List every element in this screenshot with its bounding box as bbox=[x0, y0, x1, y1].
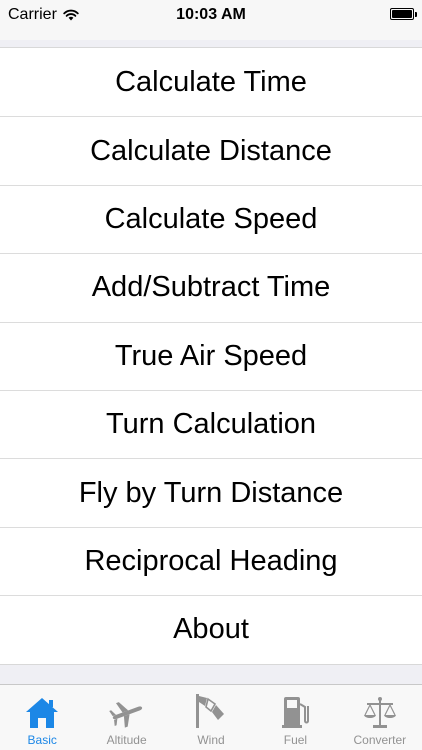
tab-label-fuel: Fuel bbox=[283, 733, 308, 747]
menu-item-calculate-speed[interactable]: Calculate Speed bbox=[0, 184, 422, 253]
status-bar: Carrier 10:03 AM bbox=[0, 0, 422, 40]
tab-altitude[interactable]: Altitude bbox=[84, 685, 168, 750]
tab-label-basic: Basic bbox=[27, 733, 57, 747]
airplane-icon bbox=[108, 702, 142, 728]
menu-item-true-air-speed[interactable]: True Air Speed bbox=[0, 321, 422, 390]
tab-wind[interactable]: Wind bbox=[169, 685, 253, 750]
windsock-icon bbox=[196, 694, 225, 728]
fuel-pump-icon bbox=[282, 697, 310, 728]
tab-label-wind: Wind bbox=[197, 733, 225, 747]
menu-item-about[interactable]: About bbox=[0, 595, 422, 663]
menu-item-add-subtract-time[interactable]: Add/Subtract Time bbox=[0, 253, 422, 321]
tab-bar: Basic Altitude Wind Fuel Converter bbox=[0, 684, 422, 750]
tab-label-converter: Converter bbox=[353, 733, 407, 747]
menu-item-calculate-time[interactable]: Calculate Time bbox=[0, 48, 422, 116]
house-icon bbox=[26, 698, 59, 728]
tab-label-altitude: Altitude bbox=[106, 733, 147, 747]
tab-basic[interactable]: Basic bbox=[0, 685, 84, 750]
scales-icon bbox=[363, 697, 396, 728]
menu-item-turn-calculation[interactable]: Turn Calculation bbox=[0, 389, 422, 458]
tab-converter[interactable]: Converter bbox=[338, 685, 422, 750]
battery-icon bbox=[390, 8, 417, 20]
menu-item-fly-by-turn-distance[interactable]: Fly by Turn Distance bbox=[0, 458, 422, 526]
status-time: 10:03 AM bbox=[176, 6, 246, 23]
calculation-menu: Calculate Time Calculate Distance Calcul… bbox=[0, 47, 422, 665]
menu-item-reciprocal-heading[interactable]: Reciprocal Heading bbox=[0, 526, 422, 595]
menu-item-calculate-distance[interactable]: Calculate Distance bbox=[0, 116, 422, 184]
battery-level bbox=[392, 10, 412, 18]
tab-fuel[interactable]: Fuel bbox=[253, 685, 337, 750]
